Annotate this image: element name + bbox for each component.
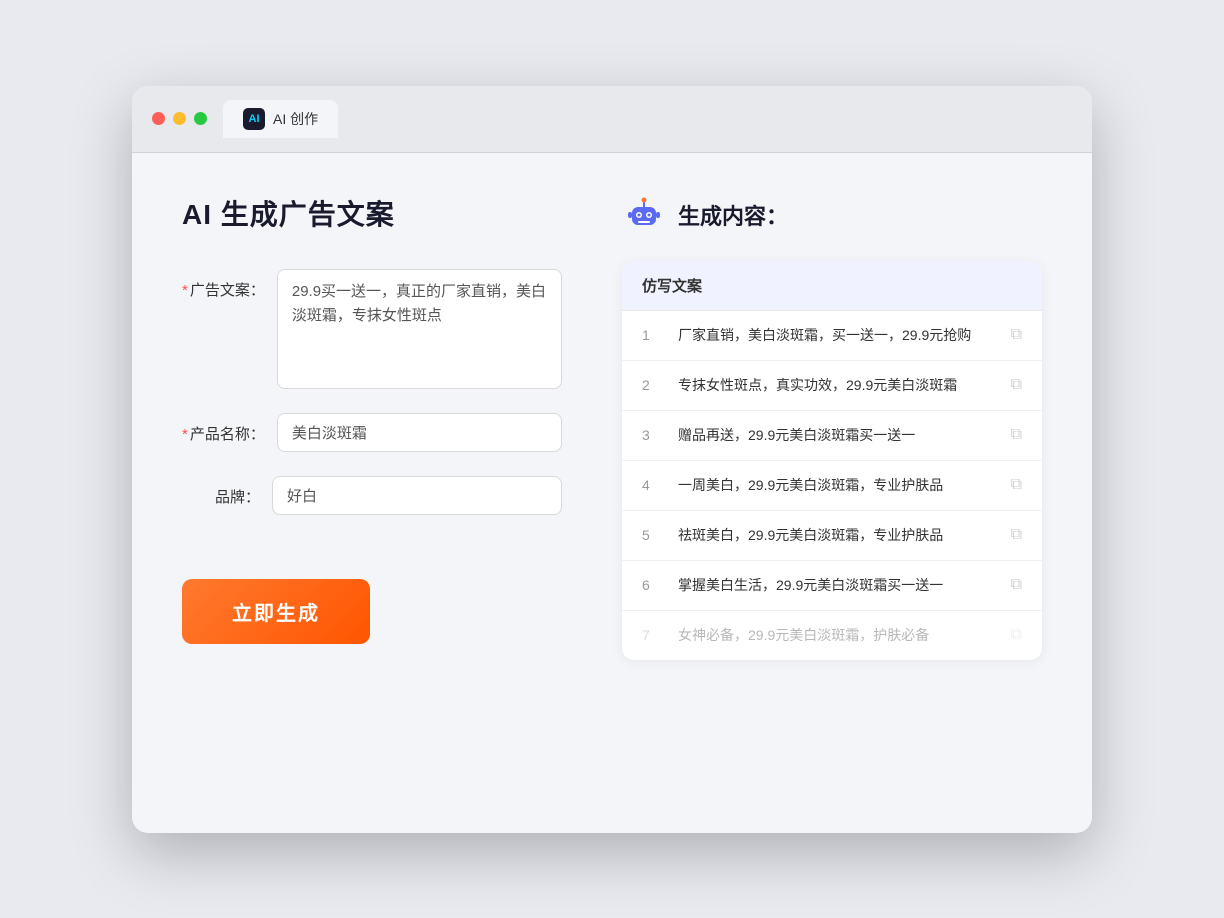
- ai-tab[interactable]: AI AI 创作: [223, 100, 338, 138]
- brand-group: 品牌：: [182, 476, 562, 515]
- results-header-area: 生成内容：: [622, 193, 1042, 237]
- product-name-label: *产品名称：: [182, 413, 277, 444]
- copy-icon[interactable]: ⧉: [1011, 526, 1022, 544]
- copy-icon[interactable]: ⧉: [1011, 626, 1022, 644]
- results-column-header: 仿写文案: [622, 261, 1042, 311]
- result-number: 5: [642, 527, 662, 543]
- ai-tab-icon: AI: [243, 108, 265, 130]
- robot-icon: [622, 193, 666, 237]
- minimize-button[interactable]: [173, 112, 186, 125]
- page-title: AI 生成广告文案: [182, 193, 562, 233]
- results-list: 1 厂家直销，美白淡斑霜，买一送一，29.9元抢购 ⧉ 2 专抹女性斑点，真实功效，29…: [622, 311, 1042, 660]
- result-number: 2: [642, 377, 662, 393]
- ad-copy-required: *: [182, 282, 188, 299]
- result-item: 5 祛斑美白，29.9元美白淡斑霜，专业护肤品 ⧉: [622, 511, 1042, 561]
- copy-icon[interactable]: ⧉: [1011, 576, 1022, 594]
- copy-icon[interactable]: ⧉: [1011, 426, 1022, 444]
- close-button[interactable]: [152, 112, 165, 125]
- ad-copy-label: *广告文案：: [182, 269, 277, 300]
- ad-copy-input[interactable]: 29.9买一送一，真正的厂家直销，美白淡斑霜，专抹女性斑点: [277, 269, 562, 389]
- result-item: 3 赠品再送，29.9元美白淡斑霜买一送一 ⧉: [622, 411, 1042, 461]
- product-name-group: *产品名称：: [182, 413, 562, 452]
- ad-copy-group: *广告文案： 29.9买一送一，真正的厂家直销，美白淡斑霜，专抹女性斑点: [182, 269, 562, 389]
- copy-icon[interactable]: ⧉: [1011, 476, 1022, 494]
- result-number: 3: [642, 427, 662, 443]
- browser-window: AI AI 创作 AI 生成广告文案 *广告文案： 29.9买一送一，真正的厂家…: [132, 86, 1092, 833]
- tab-label: AI 创作: [273, 109, 318, 129]
- results-title: 生成内容：: [678, 199, 788, 231]
- brand-input[interactable]: [272, 476, 562, 515]
- result-text: 赠品再送，29.9元美白淡斑霜买一送一: [678, 425, 995, 446]
- traffic-lights: [152, 112, 207, 125]
- result-number: 4: [642, 477, 662, 493]
- result-number: 1: [642, 327, 662, 343]
- browser-content: AI 生成广告文案 *广告文案： 29.9买一送一，真正的厂家直销，美白淡斑霜，…: [132, 153, 1092, 833]
- result-number: 7: [642, 627, 662, 643]
- right-panel: 生成内容： 仿写文案 1 厂家直销，美白淡斑霜，买一送一，29.9元抢购 ⧉ 2 专抹女…: [622, 193, 1042, 793]
- result-text: 祛斑美白，29.9元美白淡斑霜，专业护肤品: [678, 525, 995, 546]
- maximize-button[interactable]: [194, 112, 207, 125]
- copy-icon[interactable]: ⧉: [1011, 326, 1022, 344]
- generate-button[interactable]: 立即生成: [182, 579, 370, 644]
- result-text: 女神必备，29.9元美白淡斑霜，护肤必备: [678, 625, 995, 646]
- result-text: 掌握美白生活，29.9元美白淡斑霜买一送一: [678, 575, 995, 596]
- result-item: 7 女神必备，29.9元美白淡斑霜，护肤必备 ⧉: [622, 611, 1042, 660]
- result-item: 6 掌握美白生活，29.9元美白淡斑霜买一送一 ⧉: [622, 561, 1042, 611]
- result-text: 一周美白，29.9元美白淡斑霜，专业护肤品: [678, 475, 995, 496]
- left-panel: AI 生成广告文案 *广告文案： 29.9买一送一，真正的厂家直销，美白淡斑霜，…: [182, 193, 562, 793]
- results-container: 仿写文案 1 厂家直销，美白淡斑霜，买一送一，29.9元抢购 ⧉ 2 专抹女性斑点，真实…: [622, 261, 1042, 660]
- result-item: 1 厂家直销，美白淡斑霜，买一送一，29.9元抢购 ⧉: [622, 311, 1042, 361]
- browser-titlebar: AI AI 创作: [132, 86, 1092, 153]
- brand-label: 品牌：: [182, 476, 272, 507]
- result-text: 专抹女性斑点，真实功效，29.9元美白淡斑霜: [678, 375, 995, 396]
- result-text: 厂家直销，美白淡斑霜，买一送一，29.9元抢购: [678, 325, 995, 346]
- copy-icon[interactable]: ⧉: [1011, 376, 1022, 394]
- result-item: 2 专抹女性斑点，真实功效，29.9元美白淡斑霜 ⧉: [622, 361, 1042, 411]
- result-number: 6: [642, 577, 662, 593]
- result-item: 4 一周美白，29.9元美白淡斑霜，专业护肤品 ⧉: [622, 461, 1042, 511]
- product-name-input[interactable]: [277, 413, 562, 452]
- product-name-required: *: [182, 426, 188, 443]
